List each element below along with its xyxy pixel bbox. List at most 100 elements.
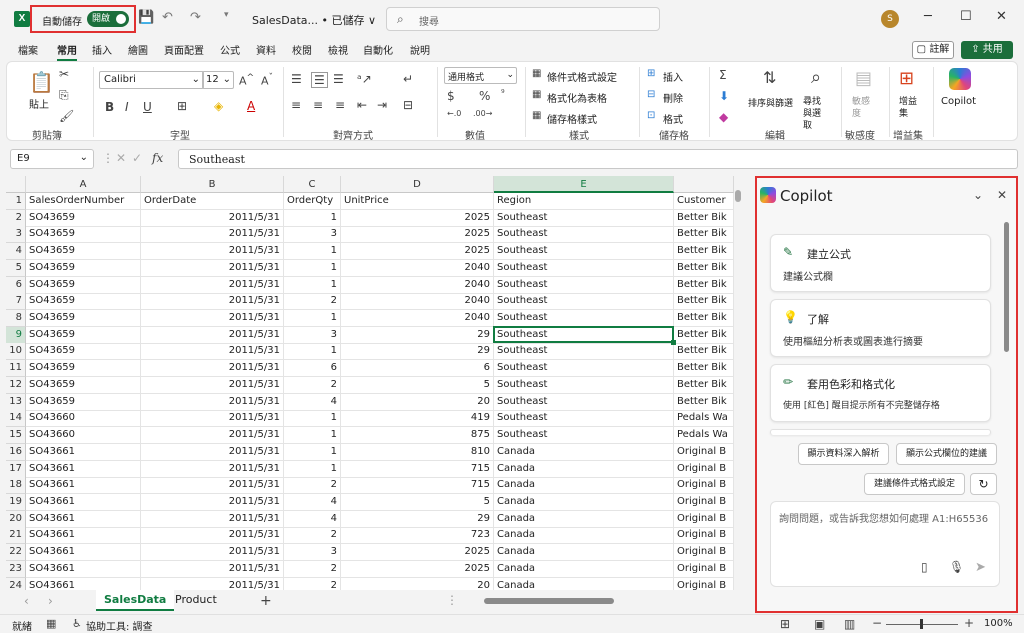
table-cell[interactable]: SO43659 (26, 393, 141, 411)
table-cell[interactable]: 20 (341, 393, 494, 411)
copilot-prompt-input[interactable]: 詢問問題，或告訴我您想如何處理 A1:H65536 ▯ 🎙 ➤ (770, 501, 1000, 587)
comma-icon[interactable]: ⁹ (501, 89, 505, 99)
align-top-icon[interactable]: ☰ (291, 72, 302, 86)
table-cell[interactable]: Better Bik (674, 326, 734, 344)
format-table-button[interactable]: 格式化為表格 (547, 90, 607, 105)
sheet-tab-product[interactable]: Product (167, 590, 225, 611)
table-cell[interactable]: SO43659 (26, 360, 141, 378)
table-cell[interactable]: Better Bik (674, 393, 734, 411)
copilot-ribbon-button[interactable]: Copilot (941, 96, 976, 107)
format-cells-button[interactable]: 格式 (663, 111, 683, 126)
table-cell[interactable]: 2011/5/31 (141, 510, 284, 528)
table-cell[interactable]: SO43661 (26, 493, 141, 511)
table-cell[interactable]: 1 (284, 410, 341, 428)
fill-color-icon[interactable]: ◈ (214, 99, 223, 113)
table-cell[interactable]: SO43659 (26, 243, 141, 261)
table-cell[interactable]: Better Bik (674, 310, 734, 328)
table-cell[interactable]: Southeast (494, 410, 674, 428)
table-cell[interactable]: 2 (284, 293, 341, 311)
table-cell[interactable]: 2011/5/31 (141, 243, 284, 261)
avatar[interactable]: S (881, 10, 899, 28)
table-cell[interactable]: Original B (674, 443, 734, 461)
row-header[interactable]: 7 (6, 293, 26, 311)
page-layout-icon[interactable]: ▣ (814, 617, 825, 631)
table-cell[interactable]: SO43660 (26, 410, 141, 428)
table-cell[interactable]: 723 (341, 527, 494, 545)
column-header-c[interactable]: C (284, 176, 341, 193)
table-cell[interactable]: Original B (674, 477, 734, 495)
share-button[interactable]: ⇪ 共用 (961, 41, 1013, 59)
table-cell[interactable]: Better Bik (674, 360, 734, 378)
table-cell[interactable]: 1 (284, 243, 341, 261)
table-cell[interactable]: 1 (284, 427, 341, 445)
row-header[interactable]: 21 (6, 527, 26, 545)
conditional-format-button[interactable]: 條件式格式設定 (547, 69, 617, 84)
table-cell[interactable]: Better Bik (674, 209, 734, 227)
table-cell[interactable]: Better Bik (674, 343, 734, 361)
table-cell[interactable]: 2025 (341, 544, 494, 562)
table-cell[interactable]: 2011/5/31 (141, 343, 284, 361)
table-cell[interactable]: 2025 (341, 226, 494, 244)
name-box[interactable]: E9 ⌄ (10, 149, 94, 169)
tab-insert[interactable]: 插入 (92, 42, 112, 57)
table-cell[interactable]: Better Bik (674, 259, 734, 277)
row-header[interactable]: 5 (6, 259, 26, 277)
restore-button[interactable]: ☐ (960, 9, 972, 24)
table-cell[interactable]: SO43659 (26, 310, 141, 328)
search-box[interactable]: ⌕ 搜尋 (386, 7, 660, 31)
table-cell[interactable]: SO43661 (26, 560, 141, 578)
select-all-corner[interactable] (6, 176, 26, 193)
autosum-icon[interactable]: Σ (719, 68, 727, 82)
save-icon[interactable]: 💾 (138, 10, 154, 25)
table-cell[interactable]: Canada (494, 460, 674, 478)
header-cell[interactable]: Customer (674, 193, 734, 210)
tab-help[interactable]: 說明 (410, 42, 430, 57)
row-header[interactable]: 8 (6, 310, 26, 328)
table-cell[interactable]: Better Bik (674, 243, 734, 261)
row-header[interactable]: 4 (6, 243, 26, 261)
table-cell[interactable]: 2040 (341, 310, 494, 328)
italic-icon[interactable]: I (125, 100, 129, 114)
table-cell[interactable]: SO43659 (26, 209, 141, 227)
table-cell[interactable]: 715 (341, 477, 494, 495)
cut-icon[interactable]: ✂ (59, 67, 69, 81)
decrease-font-icon[interactable]: Aˇ (261, 72, 273, 88)
table-cell[interactable]: 2011/5/31 (141, 326, 284, 344)
table-cell[interactable]: 2011/5/31 (141, 460, 284, 478)
font-color-icon[interactable]: A (247, 99, 255, 113)
row-header[interactable]: 12 (6, 376, 26, 394)
find-select-button[interactable]: 尋找與選取 (803, 96, 827, 132)
table-cell[interactable]: SO43659 (26, 276, 141, 294)
cancel-icon[interactable]: ✕ (116, 151, 126, 165)
row-header[interactable]: 23 (6, 560, 26, 578)
table-cell[interactable]: 2011/5/31 (141, 544, 284, 562)
row-header[interactable]: 16 (6, 443, 26, 461)
underline-icon[interactable]: U (143, 100, 152, 114)
table-cell[interactable]: SO43659 (26, 343, 141, 361)
table-cell[interactable]: SO43661 (26, 460, 141, 478)
table-cell[interactable]: 3 (284, 326, 341, 344)
zoom-slider-thumb[interactable] (920, 619, 923, 629)
table-cell[interactable]: Southeast (494, 259, 674, 277)
row-header[interactable]: 20 (6, 510, 26, 528)
table-cell[interactable]: SO43661 (26, 477, 141, 495)
minimize-button[interactable]: ─ (924, 9, 932, 24)
wrap-text-icon[interactable]: ↵ (403, 72, 413, 86)
refresh-icon[interactable]: ↻ (970, 473, 997, 495)
number-format-select[interactable]: 通用格式 ⌄ (444, 67, 517, 84)
borders-icon[interactable]: ⊞ (177, 99, 187, 113)
table-cell[interactable]: 2025 (341, 209, 494, 227)
add-sheet-button[interactable]: + (260, 593, 272, 609)
table-cell[interactable]: 3 (284, 226, 341, 244)
table-cell[interactable]: Original B (674, 493, 734, 511)
align-center-icon[interactable]: ≡ (313, 98, 323, 112)
table-cell[interactable]: 2011/5/31 (141, 209, 284, 227)
table-cell[interactable]: SO43661 (26, 544, 141, 562)
table-cell[interactable]: 6 (341, 360, 494, 378)
table-cell[interactable]: 875 (341, 427, 494, 445)
table-cell[interactable]: Original B (674, 560, 734, 578)
tab-formulas[interactable]: 公式 (220, 42, 240, 57)
decrease-decimal-icon[interactable]: .00→ (473, 109, 492, 118)
table-cell[interactable]: Southeast (494, 427, 674, 445)
table-cell[interactable]: 2011/5/31 (141, 259, 284, 277)
